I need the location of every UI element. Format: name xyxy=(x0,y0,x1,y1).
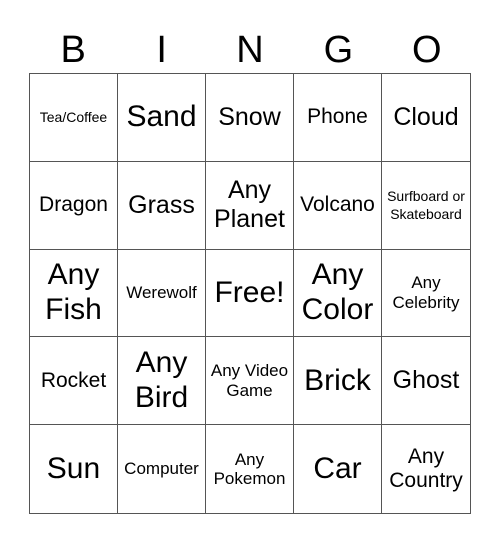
bingo-cell[interactable]: Any Country xyxy=(382,425,470,513)
bingo-cell[interactable]: Sand xyxy=(118,74,206,162)
header-letter-b: B xyxy=(60,29,86,71)
bingo-cell[interactable]: Snow xyxy=(206,74,294,162)
bingo-cell[interactable]: Phone xyxy=(294,74,382,162)
bingo-cell[interactable]: Tea/Coffee xyxy=(30,74,118,162)
bingo-cell[interactable]: Cloud xyxy=(382,74,470,162)
free-space-cell[interactable]: Free! xyxy=(206,249,294,338)
bingo-cell[interactable]: Any Fish xyxy=(30,249,118,338)
bingo-cell[interactable]: Any Pokemon xyxy=(206,425,294,513)
bingo-cell[interactable]: Any Color xyxy=(294,249,382,338)
bingo-cell[interactable]: Dragon xyxy=(30,161,118,250)
bingo-cell[interactable]: Any Bird xyxy=(118,337,206,426)
bingo-cell[interactable]: Brick xyxy=(294,337,382,426)
bingo-cell[interactable]: Sun xyxy=(30,425,118,513)
bingo-grid: Tea/Coffee Sand Snow Phone Cloud Dragon … xyxy=(29,73,471,514)
bingo-cell[interactable]: Any Celebrity xyxy=(382,250,470,338)
bingo-cell[interactable]: Werewolf xyxy=(118,249,206,338)
header-letter-n: N xyxy=(236,29,264,71)
bingo-cell[interactable]: Any Planet xyxy=(206,161,294,250)
bingo-cell[interactable]: Ghost xyxy=(382,337,470,426)
bingo-cell[interactable]: Volcano xyxy=(294,161,382,250)
bingo-cell[interactable]: Grass xyxy=(118,161,206,250)
bingo-cell[interactable]: Rocket xyxy=(30,337,118,426)
header-letter-g: G xyxy=(323,29,354,71)
header-letter-i: I xyxy=(156,29,167,71)
bingo-cell[interactable]: Computer xyxy=(118,425,206,513)
bingo-cell[interactable]: Any Video Game xyxy=(206,337,294,426)
bingo-cell[interactable]: Car xyxy=(294,425,382,513)
bingo-header: B I N G O xyxy=(29,30,471,70)
header-letter-o: O xyxy=(412,29,442,71)
bingo-cell[interactable]: Surfboard or Skateboard xyxy=(382,162,470,250)
